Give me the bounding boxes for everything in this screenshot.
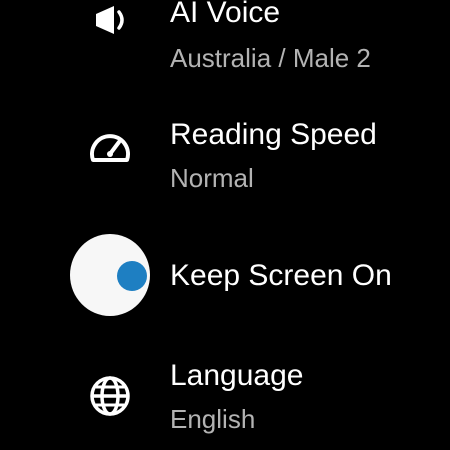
settings-list: AI Voice Australia / Male 2 Reading Spee… — [0, 0, 450, 450]
setting-reading-speed[interactable]: Reading Speed Normal — [0, 100, 450, 200]
ai-voice-value: Australia / Male 2 — [170, 43, 371, 73]
toggle-track — [70, 234, 150, 316]
globe-icon — [70, 356, 150, 436]
setting-ai-voice[interactable]: AI Voice Australia / Male 2 — [0, 0, 450, 80]
toggle-switch[interactable] — [70, 234, 150, 316]
language-title: Language — [170, 359, 304, 392]
speaker-icon — [70, 0, 150, 60]
reading-speed-value: Normal — [170, 163, 254, 193]
setting-language[interactable]: Language English — [0, 340, 450, 440]
keep-screen-on-title: Keep Screen On — [170, 259, 392, 292]
language-value: English — [170, 404, 256, 434]
ai-voice-title: AI Voice — [170, 0, 281, 29]
setting-keep-screen-on[interactable]: Keep Screen On — [0, 225, 450, 325]
reading-speed-title: Reading Speed — [170, 118, 377, 151]
toggle-knob — [117, 261, 147, 291]
speedometer-icon — [70, 108, 150, 188]
